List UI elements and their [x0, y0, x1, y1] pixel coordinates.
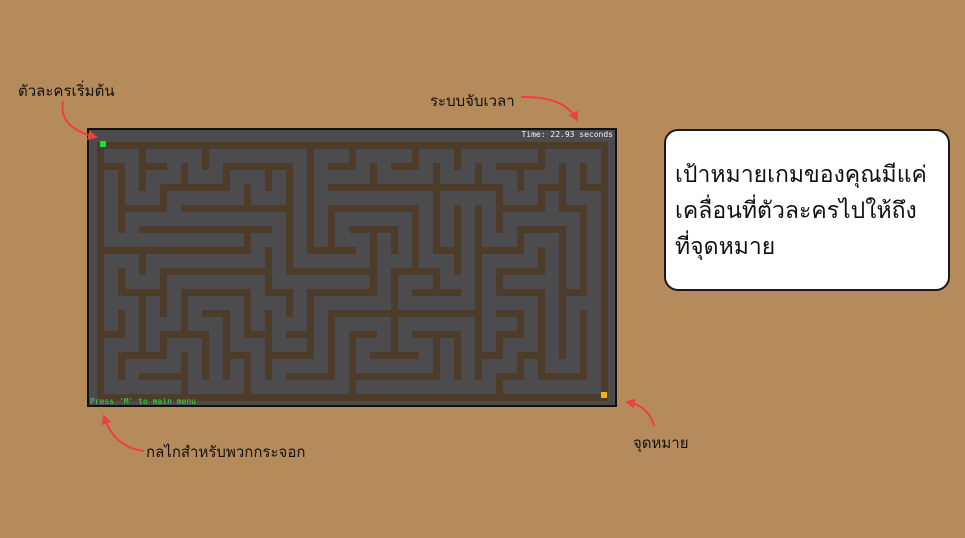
- goal-line-3: ที่จุดหมาย: [675, 234, 776, 260]
- timer-display: Time: 22.93 seconds: [521, 130, 613, 139]
- maze-passage: [503, 380, 538, 394]
- maze-passage: [230, 359, 244, 394]
- player-character: [100, 141, 106, 147]
- maze-passage: [272, 338, 307, 352]
- timer-arrow: [520, 95, 578, 122]
- maze-passage: [377, 233, 391, 268]
- maze-passage: [209, 233, 244, 247]
- maze-passage: [503, 149, 538, 163]
- goal-description-box: เป้าหมายเกมของคุณมีแค่ เคลื่อนที่ตัวละคร…: [664, 129, 950, 291]
- maze-passage: [146, 380, 181, 394]
- maze-passage: [440, 212, 454, 247]
- maze-passage: [272, 170, 286, 205]
- maze-passage: [146, 296, 160, 331]
- maze-passage: [314, 149, 349, 163]
- controls-arrow: [101, 414, 145, 452]
- maze-passage: [587, 149, 601, 184]
- maze-passage: [482, 317, 496, 352]
- maze-grid: [97, 141, 608, 401]
- destination-label: จุดหมาย: [633, 434, 689, 452]
- goal-line-1: เป้าหมายเกมของคุณมีแค่: [675, 162, 927, 188]
- controls-label: กลไกสำหรับพวกกระจอก: [146, 443, 306, 461]
- maze-passage: [398, 275, 433, 289]
- goal-line-2: เคลื่อนที่ตัวละครไปให้ถึง: [675, 198, 917, 224]
- maze-passage: [566, 254, 580, 289]
- target-goal: [601, 392, 607, 398]
- maze-passage: [440, 338, 454, 373]
- maze-passage: [104, 170, 118, 205]
- destination-arrow: [625, 398, 655, 427]
- maze-passage: [314, 212, 328, 247]
- maze-game-board[interactable]: Time: 22.93 seconds Press 'M' to main me…: [87, 128, 617, 407]
- maze-passage: [545, 191, 559, 226]
- menu-hint: Press 'M' to main menu: [90, 397, 196, 406]
- start-character-label: ตัวละครเริ่มต้น: [18, 82, 115, 100]
- maze-passage: [503, 275, 538, 289]
- maze-passage: [356, 380, 391, 394]
- maze-passage: [335, 275, 370, 289]
- timer-system-label: ระบบจับเวลา: [430, 92, 515, 110]
- maze-passage: [146, 149, 181, 163]
